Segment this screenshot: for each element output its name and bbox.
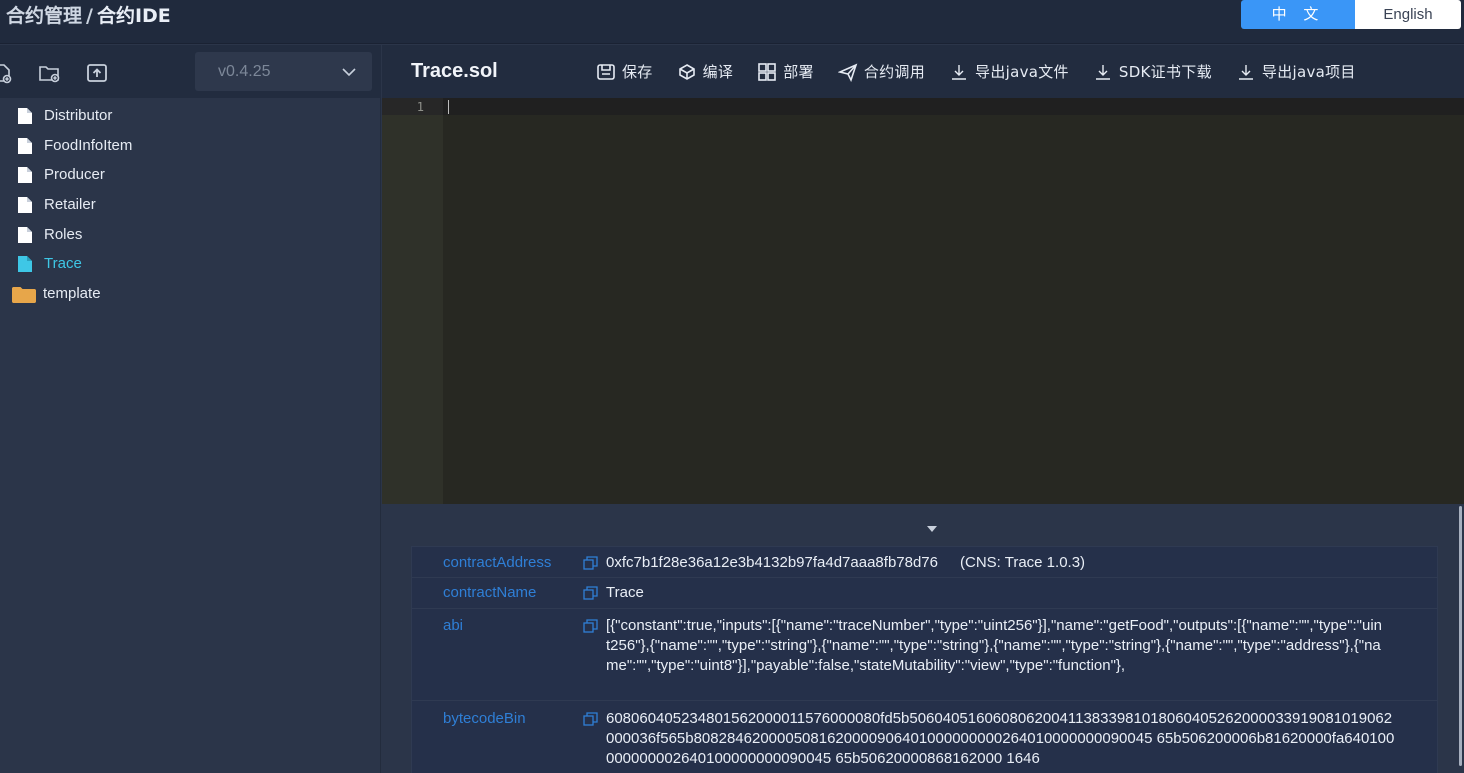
compile-button[interactable]: 编译 (677, 45, 734, 98)
compile-label: 编译 (702, 63, 734, 81)
contract-call-button[interactable]: 合约调用 (837, 45, 926, 98)
breadcrumb-current: 合约IDE (96, 5, 171, 27)
compiler-version-select[interactable]: v0.4.25 (195, 52, 372, 91)
save-button[interactable]: 保存 (596, 45, 653, 98)
download-icon (1095, 64, 1110, 80)
editor-file-title: Trace.sol (411, 60, 498, 82)
export-java-file-button[interactable]: 导出java文件 (949, 45, 1069, 98)
copy-icon[interactable] (583, 712, 598, 726)
file-item-label: FoodInfoItem (44, 136, 133, 154)
contract-name-key: contractName (443, 584, 537, 601)
file-item-producer[interactable]: Producer (0, 160, 381, 190)
line-number: 1 (416, 100, 424, 114)
new-folder-icon[interactable] (38, 62, 60, 84)
result-row-contract-address: contractAddress 0xfc7b1f28e36a12e3b4132b… (412, 547, 1437, 578)
result-row-abi: abi [{"constant":true,"inputs":[{"name":… (412, 609, 1437, 701)
export-java-project-label: 导出java项目 (1261, 63, 1356, 81)
folder-item-label: template (43, 285, 101, 303)
contract-address-key: contractAddress (443, 554, 552, 571)
result-scrollbar[interactable] (1459, 506, 1462, 766)
export-java-project-button[interactable]: 导出java项目 (1236, 45, 1356, 98)
editor-header: Trace.sol 保存 编译 部署 合约调用 导出java文件 SDK证书下载 (382, 45, 1464, 98)
file-icon (18, 197, 32, 214)
file-icon (18, 108, 32, 124)
folder-item-template[interactable]: template (0, 279, 381, 309)
sdk-cert-download-button[interactable]: SDK证书下载 (1093, 45, 1212, 98)
bytecode-value: 608060405234801562000011576000080fd5b506… (606, 710, 1395, 767)
file-item-label: Retailer (44, 196, 96, 214)
folder-icon (12, 287, 36, 304)
file-item-label: Distributor (44, 107, 113, 124)
file-icon (18, 256, 32, 273)
collapse-arrow-icon[interactable] (927, 526, 937, 532)
save-icon (597, 63, 615, 80)
top-bar: 合约管理 / 合约IDE 中 文 English (0, 0, 1464, 44)
deploy-label: 部署 (783, 63, 814, 81)
file-icon (18, 167, 32, 184)
abi-value: [{"constant":true,"inputs":[{"name":"tra… (606, 617, 1383, 674)
result-row-bytecode: bytecodeBin 6080604052348015620000115760… (412, 701, 1437, 773)
file-icon (18, 226, 32, 243)
cns-info: (CNS: Trace 1.0.3) (960, 554, 1086, 571)
code-input-area[interactable] (443, 98, 1464, 504)
lang-chinese-button[interactable]: 中 文 (1241, 0, 1355, 29)
new-file-icon[interactable] (0, 62, 14, 84)
sidebar-toolbar: v0.4.25 (0, 45, 381, 98)
download-icon (952, 64, 967, 80)
result-table: contractAddress 0xfc7b1f28e36a12e3b4132b… (411, 546, 1438, 773)
export-java-file-label: 导出java文件 (975, 63, 1069, 81)
bytecode-key: bytecodeBin (443, 710, 526, 727)
save-label: 保存 (622, 63, 653, 81)
breadcrumb: 合约管理 / 合约IDE (6, 4, 171, 28)
result-row-contract-name: contractName Trace (412, 578, 1437, 609)
compiler-version-value: v0.4.25 (218, 63, 271, 80)
abi-key: abi (443, 617, 464, 634)
download-icon (1238, 64, 1253, 80)
file-item-retailer[interactable]: Retailer (0, 190, 381, 220)
text-cursor (448, 100, 449, 114)
sdk-cert-download-label: SDK证书下载 (1118, 63, 1212, 81)
editor-gutter: 1 (382, 98, 443, 504)
file-item-foodinfoitem[interactable]: FoodInfoItem (0, 131, 381, 161)
file-icon (18, 137, 32, 154)
language-switch: 中 文 English (1241, 0, 1461, 29)
result-panel: contractAddress 0xfc7b1f28e36a12e3b4132b… (382, 504, 1464, 773)
file-item-label: Roles (44, 225, 83, 243)
editor-actions: 保存 编译 部署 合约调用 导出java文件 SDK证书下载 导出java项目 (596, 45, 1380, 98)
file-tree: Distributor FoodInfoItem Producer Retail… (0, 101, 381, 309)
sidebar: v0.4.25 Distributor FoodInfoItem Produce… (0, 45, 381, 773)
copy-icon[interactable] (583, 619, 598, 633)
upload-icon[interactable] (86, 62, 108, 84)
file-item-roles[interactable]: Roles (0, 220, 381, 250)
file-item-trace[interactable]: Trace (0, 249, 381, 279)
file-item-label: Trace (44, 255, 82, 273)
contract-address-value: 0xfc7b1f28e36a12e3b4132b97fa4d7aaa8fb78d… (606, 553, 1396, 573)
copy-icon[interactable] (583, 586, 598, 600)
address-text: 0xfc7b1f28e36a12e3b4132b97fa4d7aaa8fb78d… (606, 554, 938, 571)
send-icon (837, 63, 858, 82)
lang-english-button[interactable]: English (1355, 0, 1461, 29)
copy-icon[interactable] (583, 556, 598, 570)
breadcrumb-separator: / (86, 5, 93, 27)
compile-icon (678, 63, 695, 80)
chevron-down-icon (342, 68, 356, 77)
file-item-label: Producer (44, 166, 105, 184)
file-item-distributor[interactable]: Distributor (0, 101, 381, 131)
deploy-button[interactable]: 部署 (757, 45, 814, 98)
code-editor: 1 (382, 98, 1464, 504)
deploy-icon (758, 62, 777, 81)
contract-name-value: Trace (606, 584, 644, 601)
breadcrumb-root[interactable]: 合约管理 (6, 5, 82, 27)
contract-call-label: 合约调用 (863, 63, 926, 81)
